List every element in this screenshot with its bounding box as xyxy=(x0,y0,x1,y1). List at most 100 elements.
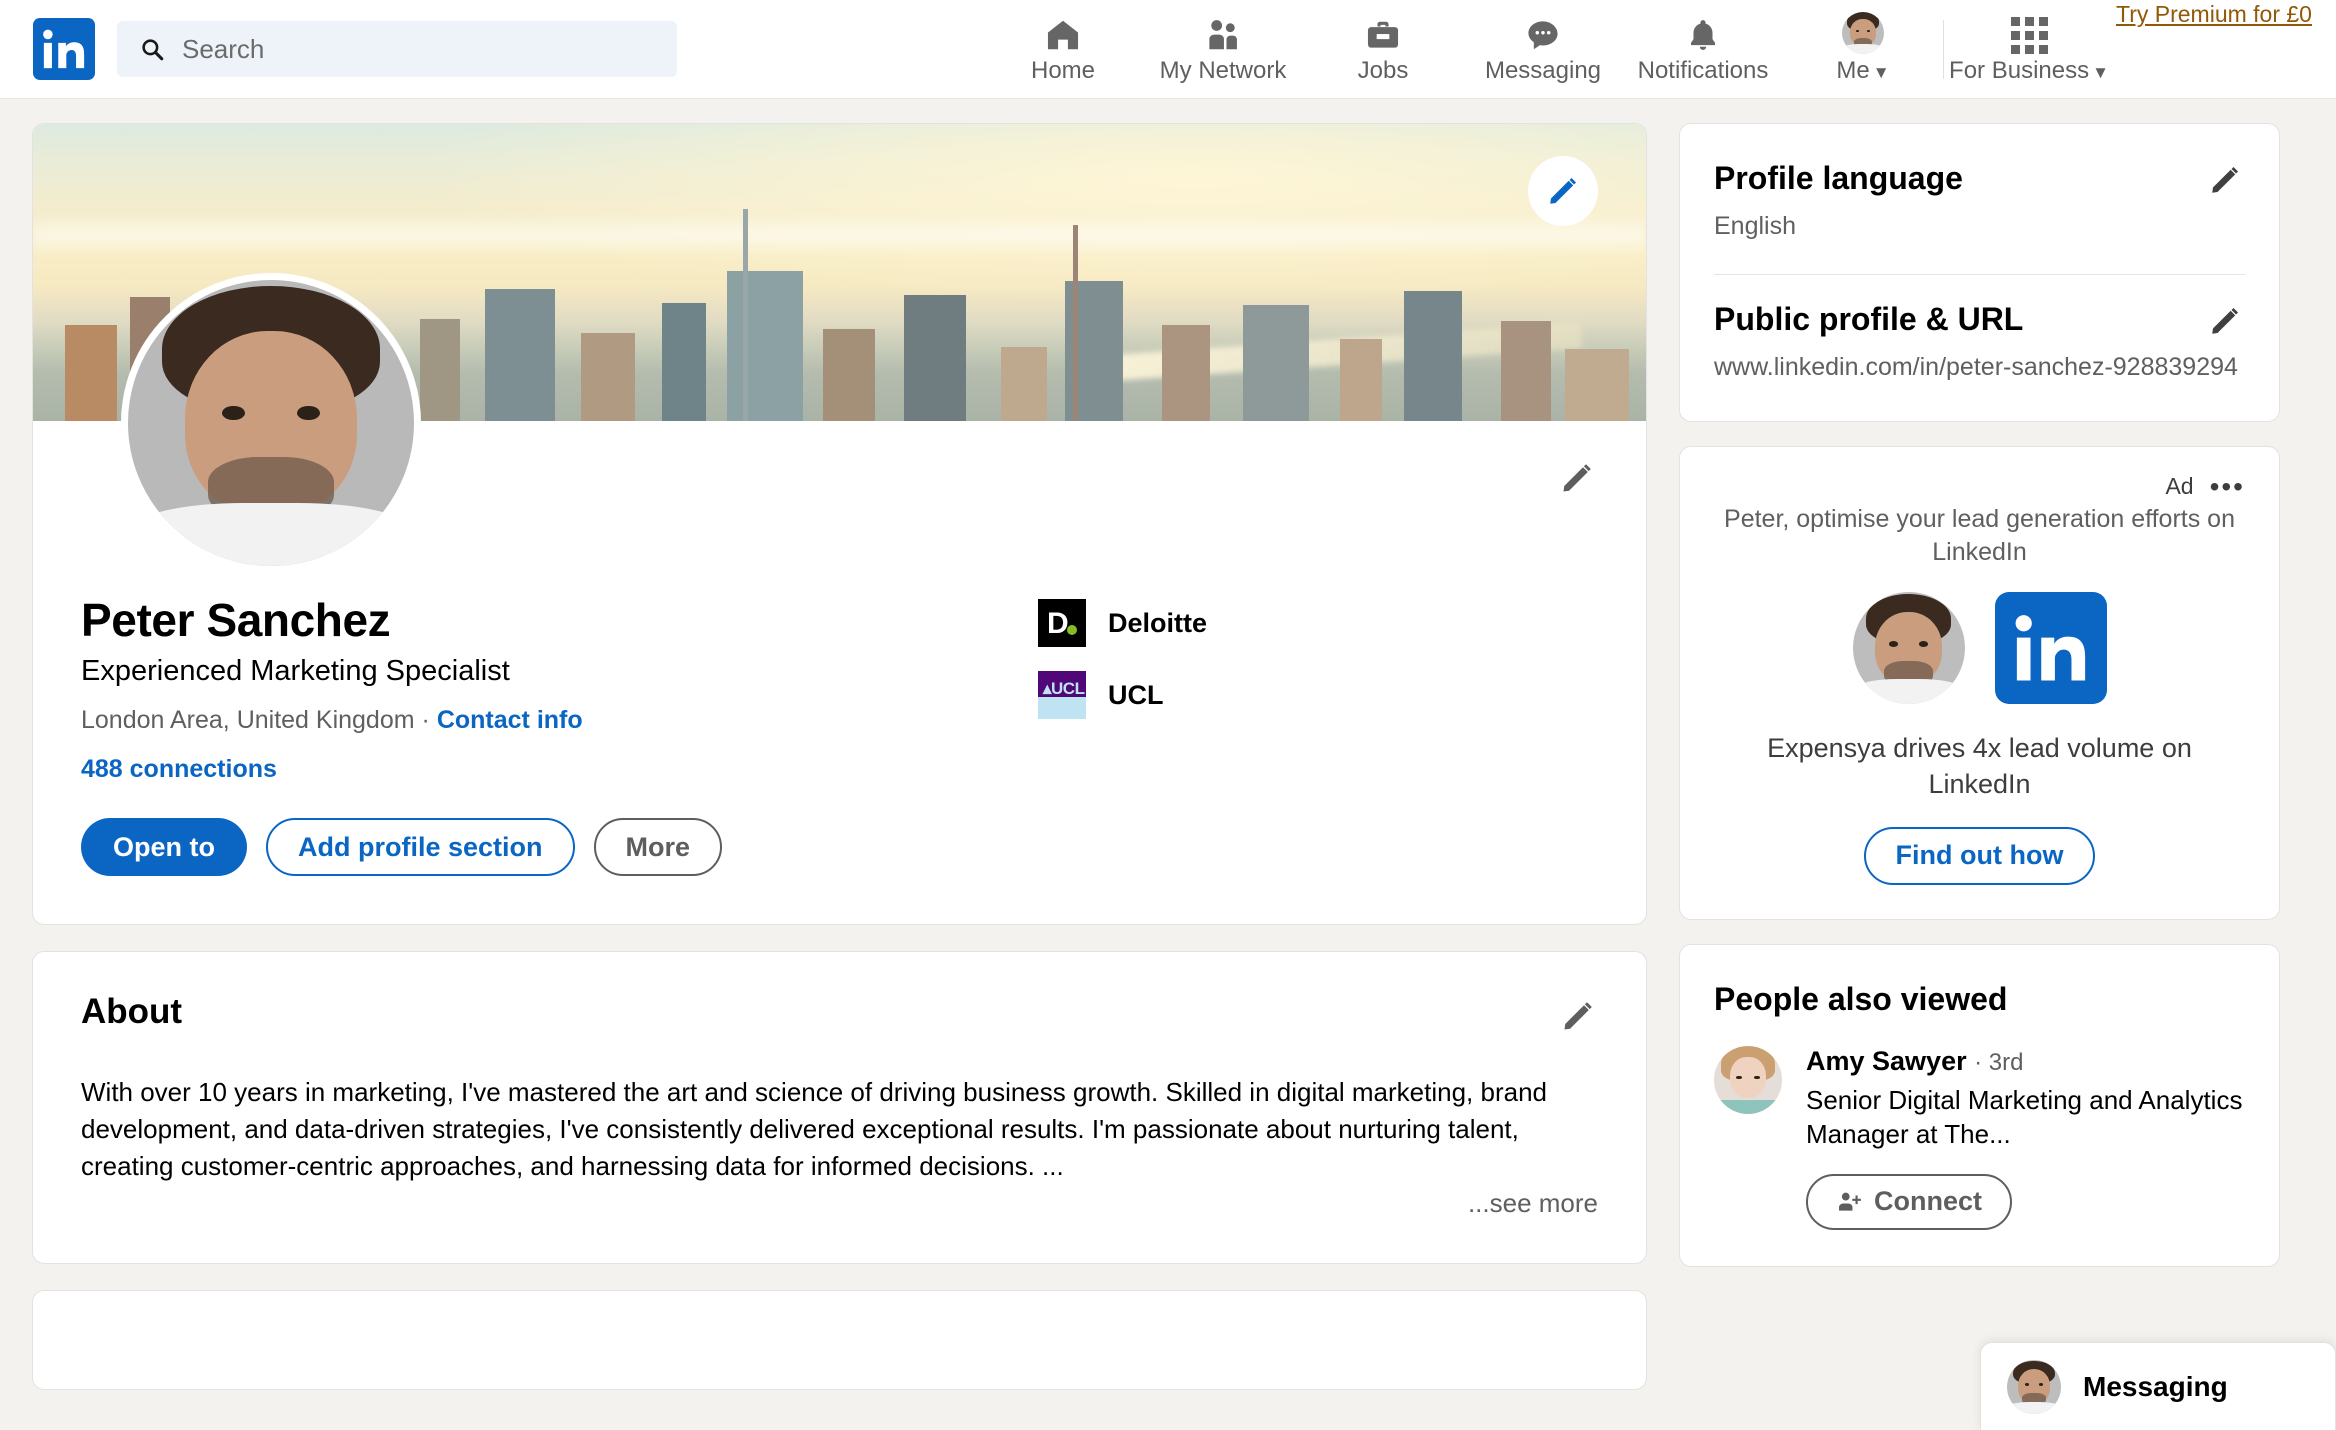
try-premium-link[interactable]: Try Premium for £0 xyxy=(2114,0,2314,99)
ad-label: Ad xyxy=(2165,473,2194,499)
nav-label-messaging: Messaging xyxy=(1484,56,1602,84)
people-also-viewed-title: People also viewed xyxy=(1714,980,2008,1017)
organization-item-company[interactable]: D Deloitte xyxy=(1038,599,1598,647)
right-sidebar: Profile language English Public profile … xyxy=(1679,123,2280,1430)
add-person-icon xyxy=(1839,1192,1861,1211)
person-name[interactable]: Amy Sawyer · 3rd xyxy=(1806,1046,2023,1076)
advertisement-card: Ad ••• Peter, optimise your lead generat… xyxy=(1679,445,2280,920)
nav-label-jobs: Jobs xyxy=(1357,56,1409,84)
next-section-card xyxy=(32,1289,1647,1390)
profile-location: London Area, United Kingdom xyxy=(81,706,415,734)
top-navigation-bar: Home My Network Jobs xyxy=(0,0,2336,99)
pencil-icon xyxy=(2212,307,2239,334)
deloitte-logo: D xyxy=(1038,599,1086,647)
for-business-label: For Business ▼ xyxy=(1949,57,2109,85)
profile-organizations: D Deloitte ▴UCL UCL xyxy=(1038,593,1598,876)
add-profile-section-button[interactable]: Add profile section xyxy=(266,818,575,876)
messaging-dock[interactable]: Messaging xyxy=(1980,1342,2336,1430)
nav-label-me: Me ▼ xyxy=(1836,57,1889,85)
profile-language-row: Profile language xyxy=(1714,160,2245,200)
me-avatar xyxy=(1842,11,1884,54)
chat-icon xyxy=(1524,14,1562,54)
ad-images xyxy=(1714,592,2245,704)
find-out-how-button[interactable]: Find out how xyxy=(1863,826,2096,885)
list-item[interactable]: Amy Sawyer · 3rd Senior Digital Marketin… xyxy=(1714,1045,2245,1230)
nav-label-me-text: Me xyxy=(1836,56,1870,84)
person-headline: Senior Digital Marketing and Analytics M… xyxy=(1806,1084,2243,1150)
primary-nav: Home My Network Jobs Messaging Notificat… xyxy=(983,0,2336,99)
profile-language-value: English xyxy=(1714,212,1796,240)
ad-options-icon[interactable]: ••• xyxy=(2210,472,2245,501)
for-business-menu[interactable]: For Business ▼ xyxy=(1944,0,2114,99)
main-column: Peter Sanchez Experienced Marketing Spec… xyxy=(32,123,1647,1430)
about-text: With over 10 years in marketing, I've ma… xyxy=(81,1077,1548,1182)
nav-label-my-network: My Network xyxy=(1159,56,1287,84)
briefcase-icon xyxy=(1364,14,1402,54)
ad-user-avatar xyxy=(1852,592,1965,704)
nav-item-me[interactable]: Me ▼ xyxy=(1783,0,1943,99)
profile-settings-card: Profile language English Public profile … xyxy=(1679,123,2280,422)
ucl-logo: ▴UCL xyxy=(1038,671,1086,719)
home-icon xyxy=(1044,14,1082,54)
ad-header: Ad ••• xyxy=(1714,472,2245,501)
page-title: Peter Sanchez xyxy=(81,594,391,646)
ad-tagline: Expensya drives 4x lead volume on Linked… xyxy=(1767,733,2192,800)
connect-button[interactable]: Connect xyxy=(1806,1173,2012,1230)
more-button[interactable]: More xyxy=(593,818,723,876)
avatar xyxy=(2007,1359,2061,1414)
for-business-text: For Business xyxy=(1949,56,2090,84)
edit-public-url-button[interactable] xyxy=(2205,301,2245,341)
ad-headline: Peter, optimise your lead generation eff… xyxy=(1724,504,2235,567)
nav-item-home[interactable]: Home xyxy=(983,0,1143,99)
profile-body: Peter Sanchez Experienced Marketing Spec… xyxy=(33,273,1646,924)
pencil-icon xyxy=(2212,166,2239,193)
search-icon xyxy=(142,39,164,61)
profile-actions: Open to Add profile section More xyxy=(81,818,1038,876)
network-icon xyxy=(1204,14,1242,54)
divider xyxy=(1714,273,2245,275)
bell-icon xyxy=(1684,14,1722,54)
ad-cta-wrap: Find out how xyxy=(1714,826,2245,885)
public-url-row: Public profile & URL xyxy=(1714,301,2245,341)
profile-location-row: London Area, United Kingdom · Contact in… xyxy=(81,706,1038,735)
search-box[interactable] xyxy=(117,21,677,77)
organization-name: UCL xyxy=(1108,679,1164,710)
pencil-icon xyxy=(1563,464,1591,492)
pencil-icon xyxy=(1564,1002,1592,1030)
grid-icon xyxy=(2010,14,2048,54)
linkedin-logo-icon xyxy=(1994,592,2107,704)
profile-card: Peter Sanchez Experienced Marketing Spec… xyxy=(32,123,1647,925)
edit-profile-language-button[interactable] xyxy=(2205,160,2245,200)
people-also-viewed-card: People also viewed Amy Sawyer · 3rd Seni… xyxy=(1679,943,2280,1267)
nav-item-my-network[interactable]: My Network xyxy=(1143,0,1303,99)
page-content: Peter Sanchez Experienced Marketing Spec… xyxy=(0,99,2336,1430)
linkedin-logo-icon xyxy=(43,29,85,69)
search-input[interactable] xyxy=(182,33,655,65)
connect-button-label: Connect xyxy=(1874,1186,1982,1216)
avatar-icon xyxy=(1842,11,1884,54)
pencil-icon xyxy=(1550,177,1577,204)
cloud-streak xyxy=(33,213,1646,258)
nav-item-messaging[interactable]: Messaging xyxy=(1463,0,1623,99)
organization-item-school[interactable]: ▴UCL UCL xyxy=(1038,671,1598,719)
profile-headline: Experienced Marketing Specialist xyxy=(81,655,510,687)
edit-about-button[interactable] xyxy=(1550,988,1606,1044)
nav-item-jobs[interactable]: Jobs xyxy=(1303,0,1463,99)
person-name-text: Amy Sawyer xyxy=(1806,1045,1967,1076)
about-title: About xyxy=(81,992,183,1031)
connection-degree: · 3rd xyxy=(1974,1048,2024,1076)
profile-photo[interactable] xyxy=(121,273,421,573)
edit-profile-button[interactable] xyxy=(1548,449,1606,507)
public-url-title: Public profile & URL xyxy=(1714,300,2024,337)
avatar xyxy=(1714,1045,1782,1114)
chevron-down-icon: ▼ xyxy=(1872,62,1890,82)
connections-count[interactable]: 488 connections xyxy=(81,755,1038,784)
linkedin-logo[interactable] xyxy=(33,18,95,80)
nav-item-notifications[interactable]: Notifications xyxy=(1623,0,1783,99)
nav-label-home: Home xyxy=(1030,56,1096,84)
edit-cover-photo-button[interactable] xyxy=(1528,156,1598,226)
see-more-link[interactable]: ...see more xyxy=(81,1188,1598,1219)
about-card: About With over 10 years in marketing, I… xyxy=(32,951,1647,1264)
contact-info-link[interactable]: Contact info xyxy=(437,706,583,734)
open-to-button[interactable]: Open to xyxy=(81,818,247,876)
